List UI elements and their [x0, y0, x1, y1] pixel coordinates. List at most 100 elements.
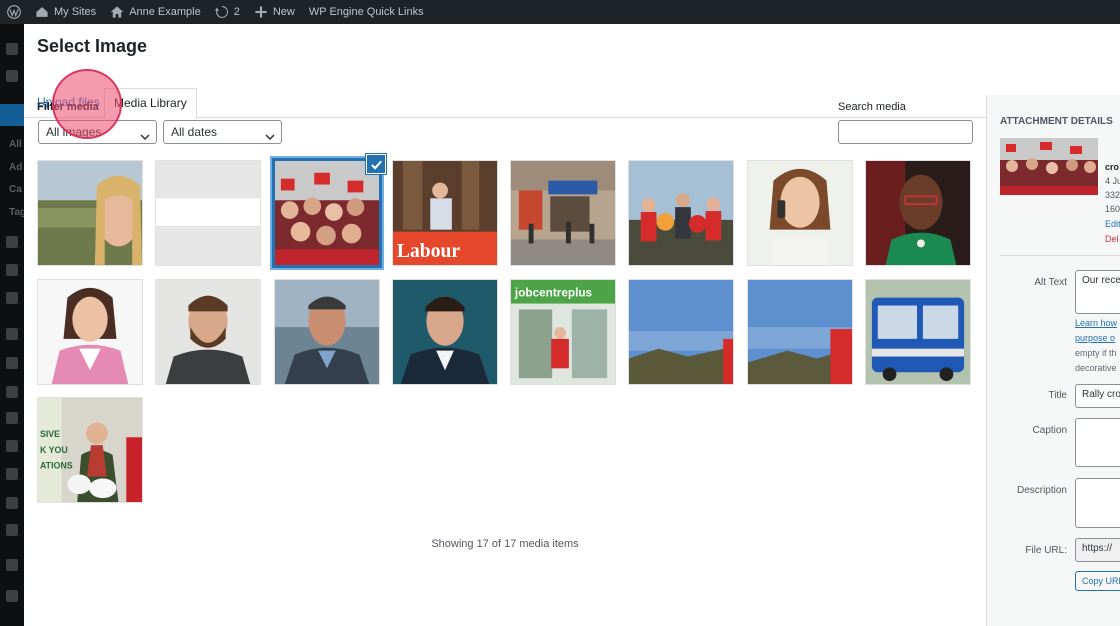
media-item[interactable]	[37, 278, 143, 385]
table-icon[interactable]	[6, 468, 18, 480]
collapse-icon[interactable]	[6, 590, 18, 602]
attachment-dimensions: 160	[1105, 204, 1120, 214]
file-url-field[interactable]: https://	[1075, 538, 1120, 562]
media-thumbnail	[156, 161, 261, 265]
pages-icon[interactable]	[6, 292, 18, 304]
my-sites-label: My Sites	[54, 6, 97, 18]
media-item[interactable]	[37, 160, 143, 266]
tools-icon[interactable]	[6, 412, 18, 424]
updates-link[interactable]: 2	[208, 0, 247, 24]
gauge-icon[interactable]	[6, 70, 18, 82]
media-thumbnail	[747, 279, 852, 384]
media-item[interactable]	[865, 160, 972, 266]
site-name-label: Anne Example	[129, 6, 201, 18]
updates-icon	[214, 5, 229, 19]
attachment-preview	[1000, 138, 1098, 195]
media-item[interactable]: jobcentreplus	[510, 278, 617, 385]
attachment-details-panel: ATTACHMENT DETAILS cro 4 Ju 332 160 Edit…	[986, 95, 1120, 626]
sites-icon	[35, 5, 49, 19]
media-thumbnail: jobcentreplus	[511, 279, 616, 384]
media-item[interactable]	[628, 160, 735, 266]
svg-text:jobcentreplus: jobcentreplus	[514, 286, 593, 299]
plugins-icon[interactable]	[6, 357, 18, 369]
wp-engine-quick-links[interactable]: WP Engine Quick Links	[302, 0, 431, 24]
modal-tabs: Upload files Media Library	[24, 88, 1120, 119]
modal-title: Select Image	[37, 36, 148, 56]
media-thumbnail	[511, 161, 616, 265]
mail-icon[interactable]	[6, 524, 18, 536]
media-thumbnail	[274, 161, 379, 265]
media-item[interactable]	[273, 278, 380, 385]
selected-check-icon[interactable]	[366, 154, 386, 174]
menu-text-add[interactable]: Ad	[9, 162, 22, 173]
media-item[interactable]	[391, 278, 498, 385]
attachment-filesize: 332	[1105, 190, 1120, 200]
tab-media-library[interactable]: Media Library	[104, 88, 197, 119]
alt-text-field[interactable]: Our rece	[1075, 270, 1120, 314]
media-icon[interactable]	[6, 236, 18, 248]
title-field[interactable]: Rally cro	[1075, 384, 1120, 408]
media-item[interactable]	[155, 160, 262, 266]
media-item[interactable]	[510, 160, 617, 266]
media-item[interactable]: Labour	[391, 160, 498, 266]
menu-text-all[interactable]: All	[9, 139, 22, 150]
globe-icon[interactable]	[6, 559, 18, 571]
attachment-date: 4 Ju	[1105, 176, 1120, 186]
dashboard-icon[interactable]	[6, 43, 18, 55]
media-thumbnail	[866, 161, 971, 265]
site-name-link[interactable]: Anne Example	[103, 0, 208, 24]
chevron-down-icon	[140, 127, 150, 141]
media-item[interactable]	[155, 278, 262, 385]
copy-url-button[interactable]: Copy URL	[1075, 571, 1120, 591]
attachment-details-heading: ATTACHMENT DETAILS	[1000, 116, 1113, 127]
plus-icon	[254, 5, 268, 19]
media-date-select[interactable]: All dates	[163, 120, 282, 144]
users-icon[interactable]	[6, 386, 18, 398]
appearance-icon[interactable]	[6, 328, 18, 340]
description-label: Description	[1016, 485, 1067, 496]
alt-text-help-text-2: decorative	[1075, 363, 1117, 373]
edit-image-link[interactable]: Edit	[1105, 219, 1120, 229]
svg-text:K YOU: K YOU	[40, 445, 68, 455]
search-media-input[interactable]	[838, 120, 973, 144]
media-thumbnail	[274, 279, 379, 384]
media-thumbnail: SIVE K YOU ATIONS	[38, 398, 142, 502]
new-content-label: New	[272, 6, 295, 18]
import-icon[interactable]	[6, 440, 18, 452]
description-field[interactable]	[1075, 478, 1120, 528]
my-sites-link[interactable]: My Sites	[28, 0, 103, 24]
settings-icon[interactable]	[6, 497, 18, 509]
title-label: Title	[1048, 390, 1067, 401]
new-content-link[interactable]: New	[247, 0, 302, 24]
wordpress-logo-button[interactable]	[0, 0, 28, 24]
caption-field[interactable]	[1075, 418, 1120, 467]
alt-text-help-text: empty if th	[1075, 348, 1117, 358]
media-item[interactable]	[628, 278, 735, 385]
alt-text-label: Alt Text	[1034, 277, 1067, 288]
media-thumbnail	[866, 279, 971, 384]
file-url-label: File URL:	[1025, 545, 1067, 556]
delete-permanently-link[interactable]: Del	[1105, 234, 1119, 244]
media-item[interactable]	[746, 160, 853, 266]
caption-label: Caption	[1032, 425, 1067, 436]
media-thumbnail	[629, 161, 734, 265]
comments-icon[interactable]	[6, 264, 18, 276]
media-type-select[interactable]: All images	[38, 120, 157, 144]
media-thumbnail	[747, 161, 852, 265]
attachment-preview-image	[1000, 138, 1098, 195]
media-item[interactable]	[746, 278, 853, 385]
filter-media-label: Filter media	[37, 101, 99, 113]
alt-text-purpose-link[interactable]: purpose o	[1075, 333, 1115, 343]
media-thumbnail	[392, 279, 497, 384]
updates-count: 2	[233, 6, 240, 18]
chevron-down-icon	[265, 127, 275, 141]
alt-text-help-link[interactable]: Learn how	[1075, 318, 1117, 328]
posts-icon[interactable]	[0, 104, 24, 126]
home-icon	[110, 5, 124, 19]
media-item[interactable]: SIVE K YOU ATIONS	[37, 397, 143, 503]
media-count-status: Showing 17 of 17 media items	[431, 538, 579, 550]
media-thumbnail: Labour	[392, 161, 497, 265]
media-item-selected[interactable]	[271, 158, 382, 268]
media-item[interactable]	[865, 278, 972, 385]
menu-text-categories[interactable]: Ca	[9, 184, 22, 195]
